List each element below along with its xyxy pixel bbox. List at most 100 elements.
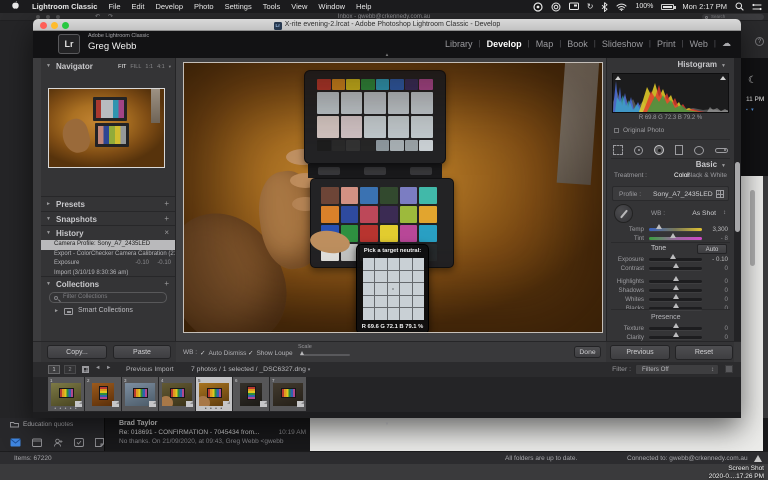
control-center-icon[interactable] [752,3,762,11]
history-item[interactable]: Exposure-0.10-0.10 [41,259,175,269]
treatment-bw-option[interactable]: Black & White [687,172,727,179]
mail-icon[interactable] [10,434,21,452]
loupe-target-cell[interactable] [413,283,424,295]
shadows-slider[interactable] [649,289,702,292]
presets-header[interactable]: ► Presets + [41,198,175,211]
add-preset-icon[interactable]: + [164,199,169,208]
filter-toggle-icon[interactable] [725,365,733,373]
scrollbar-thumb[interactable] [735,162,740,232]
spot-removal-tool-icon[interactable] [634,146,643,155]
loupe-target-cell[interactable] [375,308,386,320]
lightroom-titlebar[interactable]: LrX-rite evening-2.lrcat - Adobe Photosh… [33,19,741,31]
right-panel-scrollbar[interactable] [734,58,741,341]
desktop-screenshot-file[interactable]: Screen Shot 2020-0....17.26 PM [709,465,764,480]
slider-thumb[interactable] [670,233,676,238]
menu-item-file[interactable]: File [108,2,120,11]
mail-message-row[interactable]: Brad Taylor Re: 018691 - CONFIRMATION - … [105,418,310,451]
slider-thumb[interactable] [673,294,679,299]
photo-view[interactable]: Pick a target neutral: R 69.6 G 72.1 B 7… [183,62,603,333]
filmstrip-status[interactable]: 7 photos / 1 selected / _DSC6327.dng ▾ [191,366,310,373]
menu-item-tools[interactable]: Tools [263,2,281,11]
filmstrip-thumbnail-6[interactable]: 6 [233,377,269,411]
slider-thumb[interactable] [670,254,676,259]
module-tab-library[interactable]: Library [445,39,473,49]
done-button[interactable]: Done [574,346,601,358]
previous-button[interactable]: Previous [610,345,670,360]
menu-item-photo[interactable]: Photo [194,2,214,11]
loupe-target-cell[interactable] [400,296,411,308]
grid-view-icon[interactable] [82,366,89,373]
bluetooth-icon[interactable] [601,2,608,12]
menu-item-help[interactable]: Help [356,2,371,11]
loupe-target-cell[interactable] [413,308,424,320]
loupe-target-cell[interactable] [363,283,374,295]
menu-item-edit[interactable]: Edit [132,2,145,11]
loupe-target-cell[interactable] [413,296,424,308]
clear-history-icon[interactable]: × [164,228,169,237]
original-photo-row[interactable]: Original Photo [614,127,664,134]
slider-thumb[interactable] [300,351,304,355]
menu-item-settings[interactable]: Settings [225,2,252,11]
nav-zoom-1-1[interactable]: 1:1 [145,64,153,70]
profile-selector[interactable]: Profile : Sony_A7_2435LED ↕ [612,186,729,201]
crop-tool-icon[interactable] [613,145,623,155]
temp-slider[interactable] [649,228,702,231]
main-window-button[interactable]: 1 [48,365,60,374]
filter-collections-input[interactable]: Filter Collections [49,292,167,303]
wifi-icon[interactable] [616,3,627,11]
histogram[interactable] [612,73,729,113]
loupe-target-cell[interactable] [375,258,386,270]
add-collection-icon[interactable]: + [164,279,169,288]
contacts-icon[interactable] [53,434,63,452]
menu-item-view[interactable]: View [291,2,307,11]
reset-button[interactable]: Reset [675,345,733,360]
slider-thumb[interactable] [656,224,662,229]
collapse-filmstrip-icon[interactable]: ▼ [385,421,389,426]
notes-icon[interactable] [95,434,104,452]
loupe-target-cell[interactable] [413,258,424,270]
slider-thumb[interactable] [673,303,679,308]
filmstrip-thumbnail-3[interactable]: 3 [122,377,158,411]
highlight-clipping-icon[interactable] [720,76,726,80]
loupe-target-cell[interactable] [400,271,411,283]
history-item[interactable]: Export - ColorChecker Camera Calibration… [41,250,175,260]
loupe-target-cell[interactable] [375,283,386,295]
loupe-target-cell[interactable] [363,258,374,270]
module-tab-book[interactable]: Book [567,39,588,49]
loupe-target-cell[interactable] [413,271,424,283]
show-loupe-checkbox[interactable]: ✓ Show Loupe [248,349,293,357]
history-header[interactable]: ▼ History × [41,227,175,240]
loupe-target-cell[interactable] [400,283,411,295]
loupe-target-cell[interactable] [388,296,399,308]
loupe-target-cell[interactable] [375,271,386,283]
slider-thumb[interactable] [673,332,679,337]
texture-slider[interactable] [649,327,702,330]
highlights-slider[interactable] [649,280,702,283]
loupe-target-cell[interactable] [363,296,374,308]
display-icon[interactable] [569,2,579,11]
sidebar-item-smart-collections[interactable]: ► Smart Collections [41,306,175,317]
navigator-preview[interactable] [48,88,165,168]
checkbox-icon[interactable] [614,128,619,133]
module-tab-slideshow[interactable]: Slideshow [602,39,643,49]
mail-folder-item[interactable]: Education quotes [10,421,73,428]
add-snapshot-icon[interactable]: + [164,214,169,223]
basic-header[interactable]: Basic▼ [696,160,726,169]
slider-thumb[interactable] [673,276,679,281]
nav-zoom-4-1[interactable]: 4:1 [157,64,165,70]
apple-icon[interactable] [10,0,21,13]
module-tab-develop[interactable]: Develop [487,39,522,49]
red-eye-tool-icon[interactable] [654,145,664,155]
filmstrip-thumbnail-4[interactable]: 4 [159,377,195,411]
filter-dropdown[interactable]: Filters Off↕ [635,364,719,375]
shadow-clipping-icon[interactable] [615,76,621,80]
filmstrip-thumbnail-7[interactable]: 7 [270,377,306,411]
profile-browser-icon[interactable] [716,190,724,198]
nav-zoom-fit[interactable]: FIT [118,64,126,70]
loupe-target-cell[interactable] [400,308,411,320]
clarity-slider[interactable] [649,336,702,339]
copy-button[interactable]: Copy... [47,345,107,359]
loupe-target-cell[interactable] [388,308,399,320]
sync-icon[interactable]: ↻ [587,2,594,11]
slider-thumb[interactable] [673,285,679,290]
